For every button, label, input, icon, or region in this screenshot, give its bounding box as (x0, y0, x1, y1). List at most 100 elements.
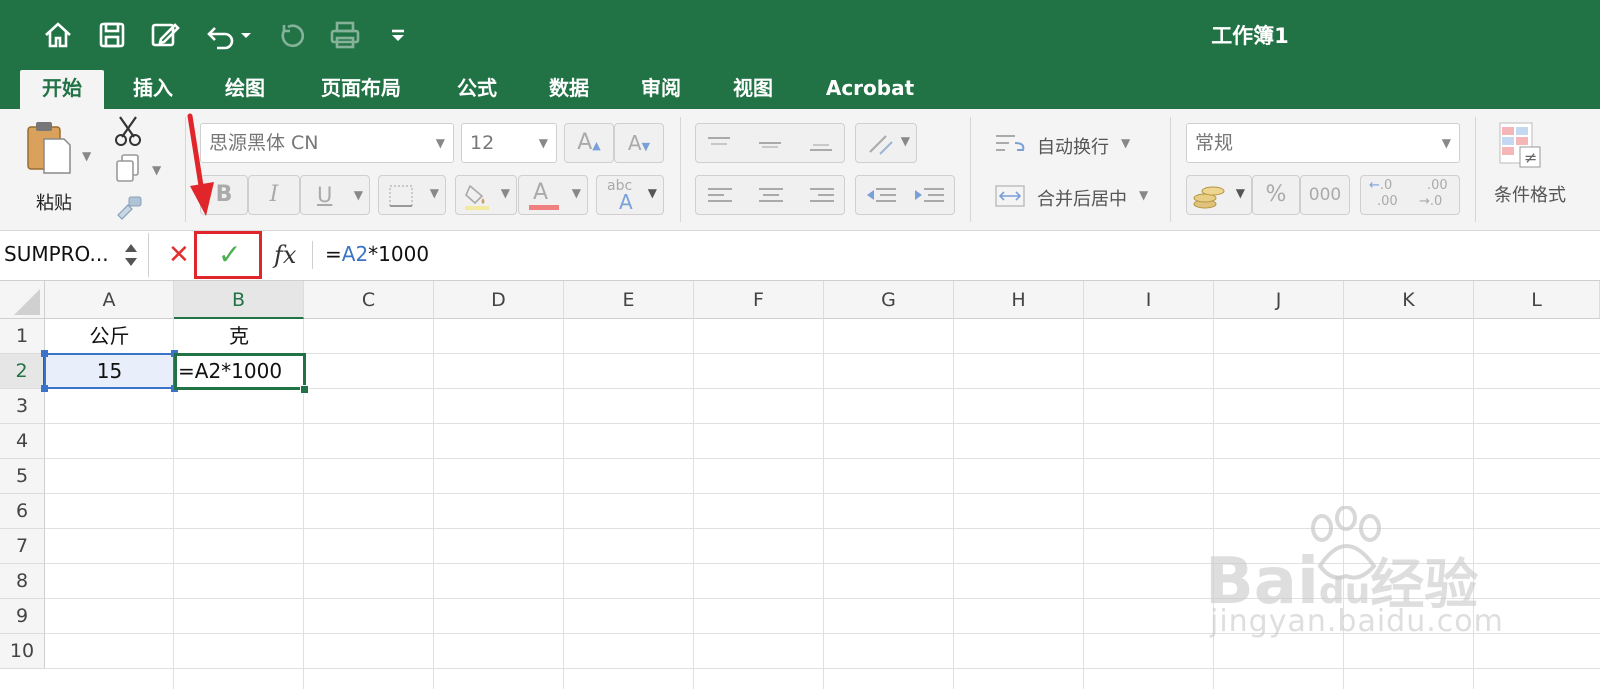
name-box-stepper-icon[interactable] (124, 241, 138, 269)
font-color-button[interactable]: A ▼ (518, 175, 588, 215)
cancel-entry-button[interactable]: ✕ (168, 237, 194, 273)
conditional-format-button[interactable]: ≠ 条件格式 (1490, 121, 1600, 221)
cell-b2[interactable]: =A2*1000 (178, 354, 302, 389)
row-header-10[interactable]: 10 (0, 634, 45, 669)
column-header-c[interactable]: C (304, 281, 434, 319)
enter-button[interactable]: ✓ (218, 237, 248, 273)
row-header-6[interactable]: 6 (0, 494, 45, 529)
font-size-dropdown-icon[interactable]: ▼ (539, 124, 548, 162)
comma-style-button[interactable]: 000 (1300, 175, 1350, 215)
save-icon[interactable] (94, 17, 130, 53)
row-header-1[interactable]: 1 (0, 319, 45, 354)
tab-formulas[interactable]: 公式 (440, 70, 514, 109)
edit-icon[interactable] (147, 17, 183, 53)
phonetic-button[interactable]: abc A ▼ (596, 175, 664, 215)
align-center-icon[interactable] (759, 186, 783, 206)
formula-input[interactable]: =A2*1000 (325, 242, 429, 266)
copy-dropdown-icon[interactable]: ▼ (152, 163, 161, 177)
row-header-4[interactable]: 4 (0, 424, 45, 459)
align-middle-icon[interactable] (759, 136, 781, 150)
tab-data[interactable]: 数据 (532, 70, 606, 109)
accounting-format-button[interactable]: ▼ (1186, 175, 1252, 215)
cell-b1[interactable]: 克 (174, 319, 304, 354)
orientation-dropdown-icon[interactable]: ▼ (901, 134, 910, 148)
copy-icon[interactable] (114, 153, 142, 183)
align-top-icon[interactable] (708, 136, 730, 150)
row-header-2[interactable]: 2 (0, 354, 45, 389)
borders-dropdown-icon[interactable]: ▼ (430, 186, 439, 200)
row-header-8[interactable]: 8 (0, 564, 45, 599)
row-header-5[interactable]: 5 (0, 459, 45, 494)
fill-color-button[interactable]: ▼ (455, 175, 517, 215)
column-header-e[interactable]: E (564, 281, 694, 319)
select-all-button[interactable] (0, 281, 45, 319)
tab-insert[interactable]: 插入 (116, 70, 190, 109)
decrease-font-size-button[interactable]: A▼ (614, 123, 664, 163)
align-bottom-icon[interactable] (810, 136, 832, 152)
font-size-select[interactable]: 12 ▼ (461, 123, 557, 163)
column-header-l[interactable]: L (1474, 281, 1600, 319)
watermark-url: jingyan.baidu.com (1210, 604, 1504, 639)
tab-acrobat[interactable]: Acrobat (818, 70, 922, 109)
paste-button[interactable]: ▼ 粘贴 (20, 119, 96, 214)
underline-button[interactable]: U ▼ (300, 175, 370, 215)
align-right-icon[interactable] (810, 186, 834, 206)
customize-toolbar-icon[interactable] (384, 17, 412, 53)
wrap-text-button[interactable]: 自动换行 ▼ (995, 127, 1165, 161)
column-header-d[interactable]: D (434, 281, 564, 319)
orientation-button[interactable]: ▼ (855, 123, 917, 163)
phonetic-dropdown-icon[interactable]: ▼ (648, 186, 657, 200)
borders-button[interactable]: ▼ (378, 175, 446, 215)
tab-home[interactable]: 开始 (20, 70, 104, 109)
home-icon[interactable] (40, 17, 76, 53)
redo-icon[interactable] (272, 17, 308, 53)
tab-review[interactable]: 审阅 (624, 70, 698, 109)
column-header-b[interactable]: B (174, 281, 304, 319)
font-color-dropdown-icon[interactable]: ▼ (572, 186, 581, 200)
row-header-3[interactable]: 3 (0, 389, 45, 424)
number-format-select[interactable]: 常规 ▼ (1186, 123, 1460, 163)
cut-icon[interactable] (114, 115, 142, 147)
fill-color-dropdown-icon[interactable]: ▼ (501, 186, 510, 200)
text-orientation-icon (869, 135, 893, 155)
tab-draw[interactable]: 绘图 (208, 70, 282, 109)
merge-center-dropdown-icon[interactable]: ▼ (1139, 188, 1148, 202)
column-header-f[interactable]: F (694, 281, 824, 319)
column-header-h[interactable]: H (954, 281, 1084, 319)
decrease-decimal-button[interactable]: .00 →.0 (1419, 178, 1459, 210)
cell-a2[interactable]: 15 (45, 354, 174, 389)
column-header-j[interactable]: J (1214, 281, 1344, 319)
column-header-i[interactable]: I (1084, 281, 1214, 319)
increase-decimal-button[interactable]: ←.0 .00 (1369, 178, 1409, 210)
italic-button[interactable]: I (248, 175, 300, 215)
column-header-g[interactable]: G (824, 281, 954, 319)
format-painter-icon[interactable] (114, 193, 144, 221)
name-box[interactable]: SUMPRO... (0, 233, 149, 277)
row-header-9[interactable]: 9 (0, 599, 45, 634)
svg-text:≠: ≠ (1524, 148, 1537, 167)
row-header-7[interactable]: 7 (0, 529, 45, 564)
underline-dropdown-icon[interactable]: ▼ (354, 176, 363, 214)
number-format-dropdown-icon[interactable]: ▼ (1442, 124, 1451, 162)
accounting-dropdown-icon[interactable]: ▼ (1236, 186, 1245, 200)
percent-button[interactable]: % (1252, 175, 1300, 215)
merge-center-button[interactable]: 合并后居中 ▼ (995, 179, 1165, 213)
print-icon[interactable] (327, 17, 363, 53)
decrease-indent-icon[interactable] (866, 186, 896, 206)
paste-dropdown-icon[interactable]: ▼ (82, 149, 91, 163)
font-name-select[interactable]: 思源黑体 CN ▼ (200, 123, 454, 163)
increase-font-size-button[interactable]: A▲ (564, 123, 614, 163)
undo-dropdown-icon[interactable] (236, 17, 256, 53)
tab-page-layout[interactable]: 页面布局 (306, 70, 416, 109)
insert-function-button[interactable]: fx (274, 237, 306, 273)
align-left-icon[interactable] (708, 186, 732, 206)
font-name-dropdown-icon[interactable]: ▼ (436, 124, 445, 162)
column-header-a[interactable]: A (45, 281, 174, 319)
column-header-k[interactable]: K (1344, 281, 1474, 319)
cell-a1[interactable]: 公斤 (45, 319, 174, 354)
tab-view[interactable]: 视图 (716, 70, 790, 109)
increase-indent-icon[interactable] (914, 186, 944, 206)
underline-letter: U (317, 183, 333, 207)
undo-icon[interactable] (203, 17, 239, 53)
wrap-text-dropdown-icon[interactable]: ▼ (1121, 136, 1130, 150)
